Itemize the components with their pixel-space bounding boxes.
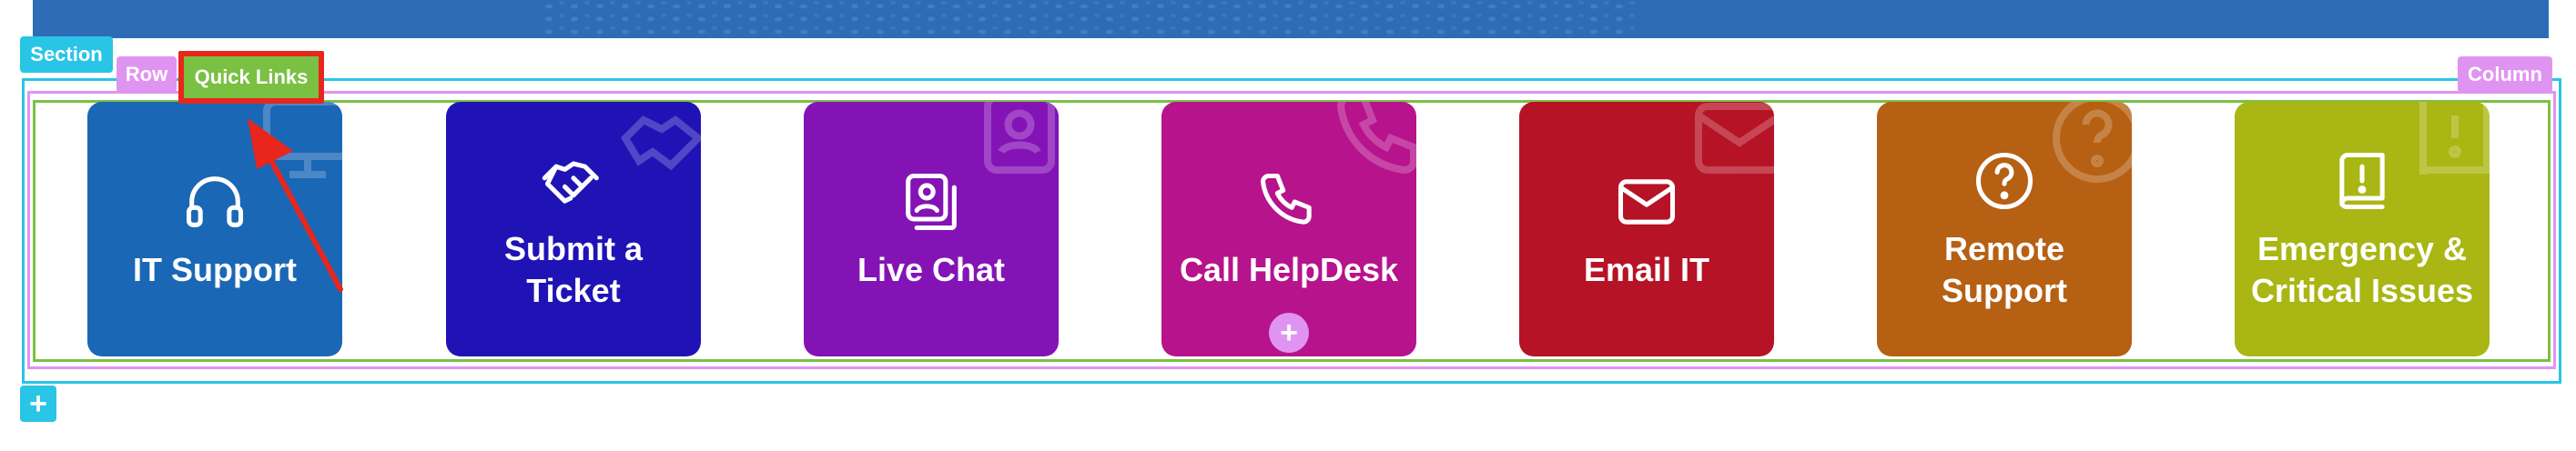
phone-icon (1260, 173, 1312, 225)
quick-link-label: Submit a Ticket (503, 230, 643, 309)
hero-pattern (543, 0, 1635, 38)
monitor-icon (263, 102, 342, 178)
envelope-icon (1618, 179, 1676, 225)
hero-banner (33, 0, 2549, 38)
chat-contact-icon (906, 173, 957, 231)
add-module-button[interactable]: + (1269, 313, 1309, 353)
quick-link-it-support[interactable]: IT Support (87, 102, 342, 356)
quick-link-label: IT Support (133, 251, 297, 288)
quick-link-label: Email IT (1583, 251, 1710, 288)
quick-link-label: Live Chat (857, 251, 1006, 288)
phone-icon (1336, 102, 1416, 175)
envelope-icon (1695, 103, 1774, 174)
handshake-icon (620, 115, 701, 171)
add-section-button[interactable]: + (20, 386, 56, 422)
exclamation-book-icon (2419, 102, 2490, 175)
section-tag[interactable]: Section (20, 36, 113, 73)
quick-link-label: Remote Support (1942, 230, 2067, 309)
question-circle-icon (2053, 102, 2132, 183)
question-circle-icon (1975, 152, 2033, 210)
row-tag[interactable]: Row (117, 56, 177, 93)
quick-link-live-chat[interactable]: Live Chat (804, 102, 1059, 356)
quick-link-label: Emergency & Critical Issues (2250, 230, 2474, 309)
exclamation-book-icon (2339, 152, 2385, 210)
quick-link-remote-support[interactable]: Remote Support (1877, 102, 2132, 356)
column-tag[interactable]: Column (2458, 56, 2552, 93)
quick-link-email-it[interactable]: Email IT (1519, 102, 1774, 356)
quick-link-label: Call HelpDesk (1179, 251, 1399, 288)
quick-link-submit-ticket[interactable]: Submit a Ticket (446, 102, 701, 356)
headphones-icon (186, 176, 244, 227)
handshake-icon (542, 161, 599, 204)
module-tag-quick-links[interactable]: Quick Links (178, 51, 324, 104)
contact-card-icon (984, 102, 1055, 174)
quick-link-emergency[interactable]: Emergency & Critical Issues (2235, 102, 2490, 356)
